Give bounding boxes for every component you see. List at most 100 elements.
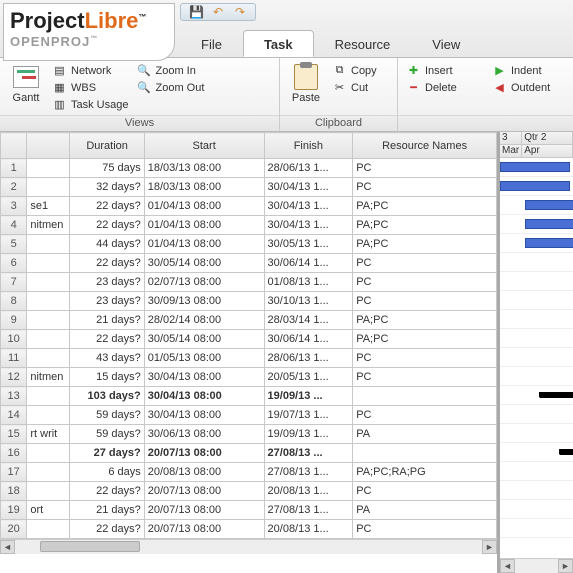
gantt-summary-bar[interactable] bbox=[560, 449, 573, 455]
insert-button[interactable]: ✚Insert bbox=[406, 62, 457, 79]
cell-start[interactable]: 01/04/13 08:00 bbox=[144, 216, 264, 235]
table-row[interactable]: 232 days?18/03/13 08:0030/04/13 1...PC bbox=[1, 178, 497, 197]
cell-finish[interactable]: 28/06/13 1... bbox=[264, 349, 353, 368]
cell-name[interactable]: nitmen bbox=[27, 216, 70, 235]
gantt-row[interactable] bbox=[500, 424, 573, 443]
cell-start[interactable]: 30/05/14 08:00 bbox=[144, 330, 264, 349]
cell-finish[interactable]: 27/08/13 1... bbox=[264, 501, 353, 520]
gantt-summary-bar[interactable] bbox=[540, 392, 573, 398]
cell-resources[interactable]: PA bbox=[353, 501, 497, 520]
row-number[interactable]: 6 bbox=[1, 254, 27, 273]
cell-name[interactable]: ort bbox=[27, 501, 70, 520]
cell-finish[interactable]: 20/05/13 1... bbox=[264, 368, 353, 387]
cell-finish[interactable]: 19/09/13 1... bbox=[264, 425, 353, 444]
gantt-row[interactable] bbox=[500, 500, 573, 519]
row-number[interactable]: 18 bbox=[1, 482, 27, 501]
undo-icon[interactable]: ↶ bbox=[211, 5, 225, 19]
cell-duration[interactable]: 22 days? bbox=[70, 482, 144, 501]
cell-duration[interactable]: 21 days? bbox=[70, 311, 144, 330]
row-number[interactable]: 19 bbox=[1, 501, 27, 520]
horizontal-scrollbar[interactable]: ◄ ► bbox=[0, 539, 497, 554]
tab-resource[interactable]: Resource bbox=[314, 30, 412, 57]
cell-name[interactable] bbox=[27, 159, 70, 178]
cell-start[interactable]: 02/07/13 08:00 bbox=[144, 273, 264, 292]
table-row[interactable]: 4nitmen22 days?01/04/13 08:0030/04/13 1.… bbox=[1, 216, 497, 235]
cell-duration[interactable]: 43 days? bbox=[70, 349, 144, 368]
cell-start[interactable]: 30/04/13 08:00 bbox=[144, 368, 264, 387]
gantt-horizontal-scrollbar[interactable]: ◄ ► bbox=[500, 558, 573, 573]
cell-duration[interactable]: 75 days bbox=[70, 159, 144, 178]
cell-duration[interactable]: 27 days? bbox=[70, 444, 144, 463]
table-row[interactable]: 723 days?02/07/13 08:0001/08/13 1...PC bbox=[1, 273, 497, 292]
cell-start[interactable]: 30/09/13 08:00 bbox=[144, 292, 264, 311]
cell-finish[interactable]: 01/08/13 1... bbox=[264, 273, 353, 292]
task-usage-button[interactable]: ▥Task Usage bbox=[52, 96, 128, 113]
table-row[interactable]: 1822 days?20/07/13 08:0020/08/13 1...PC bbox=[1, 482, 497, 501]
gantt-bar[interactable] bbox=[525, 219, 573, 229]
row-number[interactable]: 5 bbox=[1, 235, 27, 254]
cell-resources[interactable]: PC bbox=[353, 178, 497, 197]
gantt-row[interactable] bbox=[500, 253, 573, 272]
cell-duration[interactable]: 22 days? bbox=[70, 520, 144, 539]
gantt-row[interactable] bbox=[500, 481, 573, 500]
cell-resources[interactable]: PA;PC bbox=[353, 197, 497, 216]
paste-button[interactable]: Paste bbox=[284, 60, 328, 115]
cell-duration[interactable]: 21 days? bbox=[70, 501, 144, 520]
cell-finish[interactable]: 30/06/14 1... bbox=[264, 254, 353, 273]
col-duration[interactable]: Duration bbox=[70, 133, 144, 159]
table-row[interactable]: 176 days20/08/13 08:0027/08/13 1...PA;PC… bbox=[1, 463, 497, 482]
gantt-row[interactable] bbox=[500, 348, 573, 367]
cell-name[interactable] bbox=[27, 387, 70, 406]
cell-resources[interactable]: PA;PC;RA;PG bbox=[353, 463, 497, 482]
cell-start[interactable]: 18/03/13 08:00 bbox=[144, 159, 264, 178]
cell-resources[interactable]: PC bbox=[353, 159, 497, 178]
table-row[interactable]: 544 days?01/04/13 08:0030/05/13 1...PA;P… bbox=[1, 235, 497, 254]
gantt-bar[interactable] bbox=[525, 200, 573, 210]
cell-resources[interactable]: PC bbox=[353, 406, 497, 425]
cell-resources[interactable]: PC bbox=[353, 520, 497, 539]
gantt-row[interactable] bbox=[500, 367, 573, 386]
cell-start[interactable]: 30/04/13 08:00 bbox=[144, 406, 264, 425]
gantt-row[interactable] bbox=[500, 177, 573, 196]
cell-finish[interactable]: 30/04/13 1... bbox=[264, 216, 353, 235]
col-start[interactable]: Start bbox=[144, 133, 264, 159]
cell-resources[interactable]: PA;PC bbox=[353, 216, 497, 235]
scroll-left-icon[interactable]: ◄ bbox=[0, 540, 15, 554]
gantt-row[interactable] bbox=[500, 310, 573, 329]
row-number[interactable]: 3 bbox=[1, 197, 27, 216]
cell-finish[interactable]: 19/07/13 1... bbox=[264, 406, 353, 425]
gantt-row[interactable] bbox=[500, 291, 573, 310]
gantt-row[interactable] bbox=[500, 405, 573, 424]
cell-name[interactable] bbox=[27, 178, 70, 197]
row-number[interactable]: 8 bbox=[1, 292, 27, 311]
tab-view[interactable]: View bbox=[411, 30, 481, 57]
delete-button[interactable]: ━Delete bbox=[406, 79, 457, 96]
cell-start[interactable]: 20/08/13 08:00 bbox=[144, 463, 264, 482]
row-number[interactable]: 2 bbox=[1, 178, 27, 197]
cell-start[interactable]: 20/07/13 08:00 bbox=[144, 520, 264, 539]
row-number[interactable]: 7 bbox=[1, 273, 27, 292]
cell-resources[interactable]: PC bbox=[353, 292, 497, 311]
col-resources[interactable]: Resource Names bbox=[353, 133, 497, 159]
cell-name[interactable] bbox=[27, 330, 70, 349]
cell-duration[interactable]: 59 days? bbox=[70, 406, 144, 425]
col-corner[interactable] bbox=[1, 133, 27, 159]
cell-start[interactable]: 30/06/13 08:00 bbox=[144, 425, 264, 444]
table-row[interactable]: 1143 days?01/05/13 08:0028/06/13 1...PC bbox=[1, 349, 497, 368]
zoom-in-button[interactable]: 🔍Zoom In bbox=[136, 62, 204, 79]
copy-button[interactable]: ⧉Copy bbox=[332, 62, 377, 79]
table-row[interactable]: 1627 days?20/07/13 08:0027/08/13 ... bbox=[1, 444, 497, 463]
cell-name[interactable] bbox=[27, 235, 70, 254]
cell-start[interactable]: 28/02/14 08:00 bbox=[144, 311, 264, 330]
scroll-right-icon[interactable]: ► bbox=[558, 559, 573, 573]
cell-name[interactable] bbox=[27, 311, 70, 330]
cell-duration[interactable]: 44 days? bbox=[70, 235, 144, 254]
gantt-button[interactable]: Gantt bbox=[4, 60, 48, 115]
cell-duration[interactable]: 22 days? bbox=[70, 254, 144, 273]
row-number[interactable]: 10 bbox=[1, 330, 27, 349]
gantt-row[interactable] bbox=[500, 329, 573, 348]
cell-name[interactable]: se1 bbox=[27, 197, 70, 216]
cell-resources[interactable]: PA;PC bbox=[353, 330, 497, 349]
gantt-row[interactable] bbox=[500, 462, 573, 481]
gantt-bar[interactable] bbox=[500, 181, 570, 191]
